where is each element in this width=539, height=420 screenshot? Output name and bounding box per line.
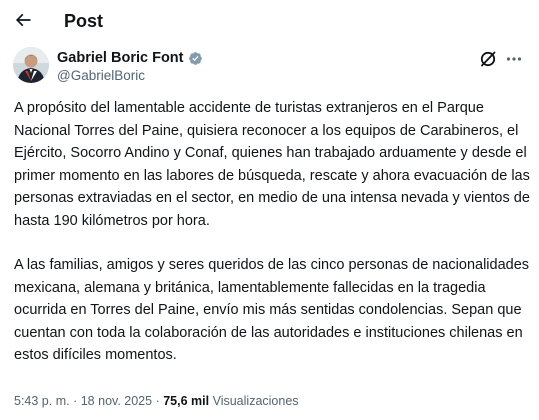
meta-separator: · (155, 394, 160, 408)
author-handle[interactable]: @GabrielBoric (57, 67, 145, 84)
verified-badge-icon[interactable] (188, 51, 203, 66)
tweet-date[interactable]: 18 nov. 2025 (81, 394, 152, 408)
tweet-paragraph: A propósito del lamentable accidente de … (14, 100, 530, 229)
tweet-time[interactable]: 5:43 p. m. (14, 394, 70, 408)
views-label: Visualizaciones (212, 394, 299, 408)
meta-separator: · (73, 394, 78, 408)
more-options-button[interactable] (504, 49, 524, 69)
back-button[interactable] (10, 7, 36, 33)
page-header: Post (0, 0, 539, 44)
tweet-text: A propósito del lamentable accidente de … (14, 97, 530, 367)
grok-button[interactable] (478, 49, 498, 69)
author-name-text: Gabriel Boric Font (57, 50, 184, 66)
grok-icon (480, 51, 496, 67)
author-name[interactable]: Gabriel Boric Font (57, 49, 203, 67)
author-row: Gabriel Boric Font @GabrielBoric (0, 44, 539, 90)
views-count: 75,6 mil (163, 394, 210, 408)
tweet-paragraph: A las familias, amigos y seres queridos … (14, 257, 530, 363)
more-horizontal-icon (506, 57, 522, 61)
avatar[interactable] (13, 47, 49, 83)
page-title: Post (64, 11, 104, 31)
tweet-meta: 5:43 p. m. · 18 nov. 2025 · 75,6 mil Vis… (14, 393, 299, 409)
arrow-left-icon (15, 13, 31, 27)
avatar-image (13, 47, 49, 83)
